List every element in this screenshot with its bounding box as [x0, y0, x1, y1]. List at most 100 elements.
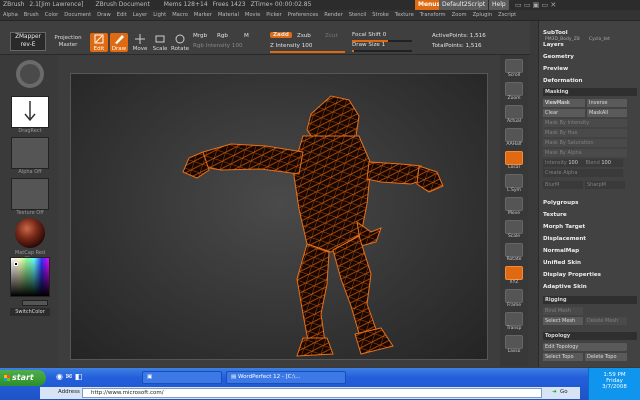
tool-zoom[interactable]: Zoom — [503, 82, 525, 101]
sharpm-button[interactable]: SharpM — [585, 181, 625, 189]
menu-item[interactable]: Layer — [133, 12, 147, 18]
projection-master-button[interactable]: Projection Master — [50, 35, 86, 49]
tool-scroll[interactable]: Scroll — [503, 59, 525, 78]
material-slot[interactable] — [11, 216, 49, 250]
palette-item[interactable]: Display Properties — [543, 272, 601, 278]
go-button[interactable]: Go — [560, 389, 568, 395]
select-topo-button[interactable]: Select Topo — [543, 353, 583, 361]
palette-item[interactable]: Morph Target — [543, 224, 585, 230]
select-mesh-button[interactable]: Select Mesh — [543, 317, 583, 325]
menu-item[interactable]: Color — [45, 12, 59, 18]
menu-item[interactable]: Movie — [245, 12, 260, 18]
create-alpha-button[interactable]: Create Alpha — [543, 169, 623, 177]
palette-item[interactable]: Texture — [543, 212, 567, 218]
viewmask-button[interactable]: ViewMask — [543, 99, 585, 107]
topology-header[interactable]: Topology — [543, 332, 637, 340]
window-controls-icon[interactable]: ▭ ▭ ▣ ▭ ✕ — [515, 0, 556, 10]
menu-item[interactable]: Edit — [117, 12, 127, 18]
rgb-intensity-slider[interactable]: Rgb Intensity 100 — [193, 43, 243, 49]
clear-button[interactable]: Clear — [543, 109, 585, 117]
tool-local[interactable]: Local — [503, 151, 525, 170]
menu-item[interactable]: Zoom — [452, 12, 467, 18]
move-button[interactable]: Move — [131, 33, 149, 52]
palette-item[interactable]: NormalMap — [543, 248, 579, 254]
stroke-slot[interactable] — [11, 96, 49, 128]
mask-by-button[interactable]: Mask By Saturation — [543, 139, 627, 147]
m-button[interactable]: M — [244, 33, 249, 39]
tool-frame[interactable]: Frame — [503, 289, 525, 308]
palette-item[interactable]: Adaptive Skin — [543, 284, 587, 290]
menu-item[interactable]: Stroke — [372, 12, 389, 18]
inverse-button[interactable]: Inverse — [587, 99, 627, 107]
z-intensity-track[interactable] — [270, 51, 345, 53]
palette-item[interactable]: Geometry — [543, 54, 574, 60]
rigging-header[interactable]: Rigging — [543, 296, 637, 304]
palette-item[interactable]: Deformation — [543, 78, 583, 84]
tool-rotate[interactable]: Rotate — [503, 243, 525, 262]
brush-slot[interactable] — [11, 57, 49, 91]
default-script-button[interactable]: Default2Script — [439, 0, 489, 10]
zsub-button[interactable]: Zsub — [297, 33, 311, 39]
tool-xyz[interactable]: XYZ — [503, 266, 525, 285]
mask-by-button[interactable]: Mask By Alpha — [543, 149, 627, 157]
scale-button[interactable]: Scale — [151, 33, 169, 52]
mask-by-button[interactable]: Mask By Hue — [543, 129, 627, 137]
tool-actual[interactable]: Actual — [503, 105, 525, 124]
z-intensity-slider[interactable]: Z Intensity 100 — [270, 43, 312, 49]
document-canvas[interactable] — [70, 73, 488, 360]
menu-item[interactable]: Marker — [194, 12, 212, 18]
edit-topology-button[interactable]: Edit Topology — [543, 343, 627, 351]
edit-button[interactable]: Edit — [90, 33, 108, 52]
menu-item[interactable]: Alpha — [3, 12, 18, 18]
menu-item[interactable]: Render — [324, 12, 342, 18]
menu-item[interactable]: Transform — [420, 12, 446, 18]
zmapper-button[interactable]: ZMapper rev-E — [10, 32, 46, 51]
palette-item[interactable]: SubTool — [543, 30, 568, 36]
zadd-button[interactable]: Zadd — [270, 32, 292, 38]
bind-mesh-button[interactable]: Bind Mesh — [543, 307, 583, 315]
menu-item[interactable]: Picker — [266, 12, 281, 18]
go-icon[interactable]: ➜ — [552, 389, 557, 395]
blurm-button[interactable]: BlurM — [543, 181, 583, 189]
alpha-slot[interactable] — [11, 137, 49, 169]
draw-button[interactable]: Draw — [110, 33, 128, 52]
menu-item[interactable]: Texture — [395, 12, 414, 18]
palette-item[interactable]: Layers — [543, 42, 564, 48]
palette-item[interactable]: Unified Skin — [543, 260, 581, 266]
delete-mesh-button[interactable]: Delete Mesh — [585, 317, 627, 325]
menu-item[interactable]: Document — [64, 12, 91, 18]
taskbar-zbrush-button[interactable]: ▣ — [142, 371, 222, 384]
menu-item[interactable]: Stencil — [349, 12, 367, 18]
tool-thumb-2[interactable]: Cyclo_tet — [589, 37, 610, 42]
tool-move[interactable]: Move — [503, 197, 525, 216]
palette-item[interactable]: Preview — [543, 66, 568, 72]
menu-item[interactable]: Preferences — [288, 12, 319, 18]
color-picker-cursor[interactable] — [14, 262, 18, 266]
focal-shift-slider[interactable]: Focal Shift 0 — [352, 32, 386, 38]
tool-lsym[interactable]: L.Sym — [503, 174, 525, 193]
menu-item[interactable]: Draw — [97, 12, 111, 18]
delete-topo-button[interactable]: Delete Topo — [585, 353, 627, 361]
maskall-button[interactable]: MaskAll — [587, 109, 627, 117]
help-button[interactable]: Help — [489, 0, 509, 10]
menu-item[interactable]: Material — [218, 12, 239, 18]
draw-size-slider[interactable]: Draw Size 1 — [352, 42, 385, 48]
taskbar-wordperfect-button[interactable]: ▤ WordPerfect 12 - [C:\... — [226, 371, 346, 384]
menu-item[interactable]: Zplugin — [473, 12, 493, 18]
rotate-button[interactable]: Rotate — [171, 33, 189, 52]
switch-color-button[interactable]: SwitchColor — [10, 308, 50, 316]
rgb-button[interactable]: Rgb — [217, 33, 228, 39]
quick-launch-icons[interactable]: ◉ ✉ ◧ — [56, 372, 82, 381]
tool-lasso[interactable]: Lasso — [503, 335, 525, 354]
address-input[interactable]: http://www.microsoft.com/ — [82, 388, 542, 398]
tool-aahalf[interactable]: AAHalf — [503, 128, 525, 147]
zcut-button[interactable]: Zcut — [325, 33, 338, 39]
masking-header[interactable]: Masking — [543, 88, 637, 96]
secondary-color-swatch[interactable] — [22, 300, 48, 306]
mask-intensity-slider[interactable]: Intensity 100 Blend 100 — [543, 159, 623, 167]
texture-slot[interactable] — [11, 178, 49, 210]
palette-item[interactable]: Displacement — [543, 236, 586, 242]
menu-item[interactable]: Zscript — [498, 12, 516, 18]
start-button[interactable]: start — [0, 370, 46, 386]
mrgb-button[interactable]: Mrgb — [193, 33, 207, 39]
